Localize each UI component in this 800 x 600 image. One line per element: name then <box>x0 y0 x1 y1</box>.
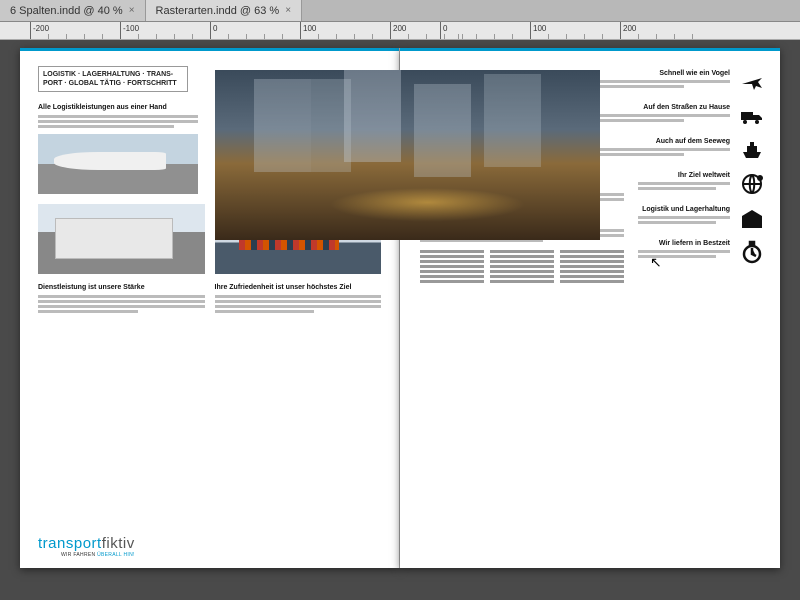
body-text-placeholder <box>215 295 382 313</box>
document-tab-bar: 6 Spalten.indd @ 40 % × Rasterarten.indd… <box>0 0 800 22</box>
kicker-box[interactable]: LOGISTIK · LAGERHALTUNG · TRANS- PORT · … <box>38 66 188 92</box>
three-column-text <box>420 250 624 283</box>
brand-logo[interactable]: transportfiktiv WIR FAHREN ÜBERALL HIN! <box>38 535 135 558</box>
close-icon[interactable]: × <box>129 5 135 16</box>
warehouse-icon <box>738 206 766 230</box>
feature-title: Logistik und Lagerhaltung <box>638 206 730 213</box>
ruler-tick <box>530 22 531 40</box>
body-text-placeholder <box>38 295 205 313</box>
ruler-tick <box>620 22 621 40</box>
feature-row[interactable]: Ihr Ziel weltweit <box>638 172 766 196</box>
canvas-area[interactable]: ↖ LOGISTIK · LAGERHALTUNG · TRANS- PORT … <box>0 40 800 600</box>
brand-part1: transport <box>38 535 102 552</box>
ruler-tick <box>210 22 211 40</box>
ruler-tick <box>120 22 121 40</box>
tab-label: Rasterarten.indd @ 63 % <box>156 5 280 17</box>
tab-label: 6 Spalten.indd @ 40 % <box>10 5 123 17</box>
truck-image[interactable] <box>38 204 205 274</box>
horizontal-ruler[interactable] <box>0 22 800 40</box>
ruler-tick <box>300 22 301 40</box>
page-spread: ↖ LOGISTIK · LAGERHALTUNG · TRANS- PORT … <box>20 48 780 568</box>
plane-icon <box>738 70 766 94</box>
section-heading[interactable]: Dienstleistung ist unsere Stärke <box>38 284 205 291</box>
close-icon[interactable]: × <box>285 5 291 16</box>
truck-icon <box>738 104 766 128</box>
accent-bar <box>20 48 399 51</box>
brand-tagline: WIR FAHREN <box>61 552 97 558</box>
ruler-tick <box>30 22 31 40</box>
accent-bar <box>400 48 780 51</box>
section-heading[interactable]: Ihre Zufriedenheit ist unser höchstes Zi… <box>215 284 382 291</box>
feature-title: Ihr Ziel weltweit <box>638 172 730 179</box>
stopwatch-icon <box>738 240 766 264</box>
ruler-tick <box>390 22 391 40</box>
feature-title: Wir liefern in Bestzeit <box>638 240 730 247</box>
body-text-placeholder <box>638 182 730 190</box>
document-tab[interactable]: 6 Spalten.indd @ 40 % × <box>0 0 146 21</box>
feature-row[interactable]: Logistik und Lagerhaltung <box>638 206 766 230</box>
body-text-placeholder <box>638 216 730 224</box>
cursor-icon: ↖ <box>650 254 662 271</box>
airplane-image[interactable] <box>38 134 198 194</box>
hero-city-image[interactable] <box>215 70 600 240</box>
globe-icon <box>738 172 766 196</box>
document-tab[interactable]: Rasterarten.indd @ 63 % × <box>146 0 303 21</box>
body-text-placeholder <box>38 115 198 128</box>
ship-icon <box>738 138 766 162</box>
ruler-tick <box>440 22 441 40</box>
brand-part2: fiktiv <box>102 535 135 552</box>
brand-tagline-accent: ÜBERALL HIN! <box>97 552 135 558</box>
